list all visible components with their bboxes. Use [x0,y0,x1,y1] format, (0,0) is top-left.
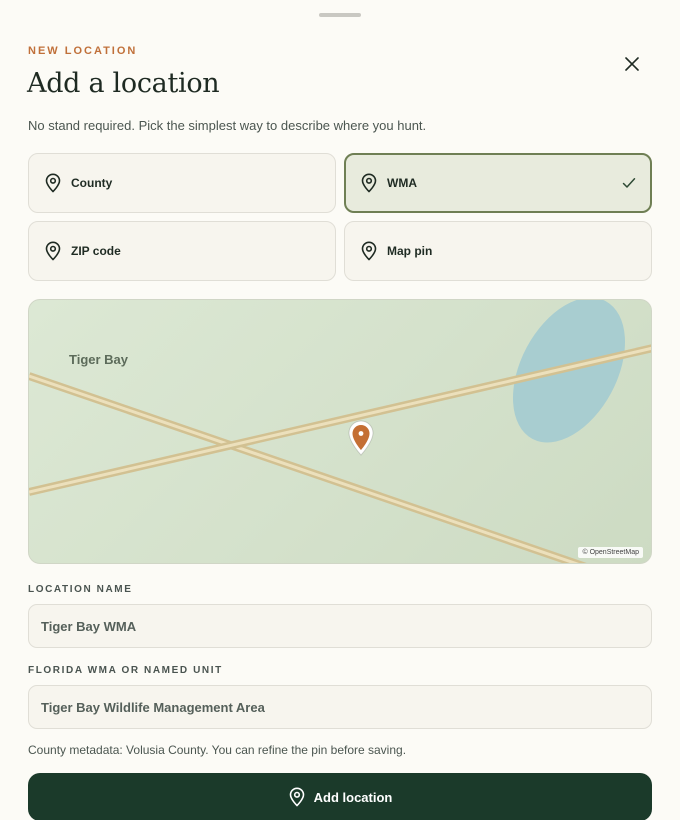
drag-handle[interactable] [319,13,361,17]
option-map-pin[interactable]: Map pin [344,221,652,281]
option-county[interactable]: County [28,153,336,213]
option-zip-code[interactable]: ZIP code [28,221,336,281]
county-metadata-text: County metadata: Volusia County. You can… [28,743,407,757]
location-pin-icon [360,241,378,261]
option-label: WMA [387,176,417,190]
option-label: County [71,176,113,190]
eyebrow-label: NEW LOCATION [28,45,138,57]
add-location-button[interactable]: Add location [28,773,652,820]
wma-unit-input[interactable] [28,685,652,729]
location-name-label: LOCATION NAME [28,584,133,595]
map-view[interactable]: Tiger Bay © OpenStreetMap [28,299,652,564]
map-marker[interactable] [345,418,377,458]
map-pin-icon [348,420,374,456]
map-roads [29,300,651,563]
page-title: Add a location [27,68,220,99]
close-button[interactable] [619,51,645,77]
location-name-input[interactable] [28,604,652,648]
subtitle: No stand required. Pick the simplest way… [28,118,427,133]
unit-label: FLORIDA WMA OR NAMED UNIT [28,665,223,676]
option-label: ZIP code [71,244,121,258]
option-label: Map pin [387,244,433,258]
location-pin-icon [288,787,306,807]
location-pin-icon [360,173,378,193]
location-pin-icon [44,241,62,261]
add-location-label: Add location [313,789,393,805]
check-icon [622,177,636,189]
option-wma[interactable]: WMA [344,153,652,213]
close-icon [625,57,639,71]
location-pin-icon [44,173,62,193]
map-attribution[interactable]: © OpenStreetMap [578,547,643,558]
map-place-label: Tiger Bay [69,352,129,367]
